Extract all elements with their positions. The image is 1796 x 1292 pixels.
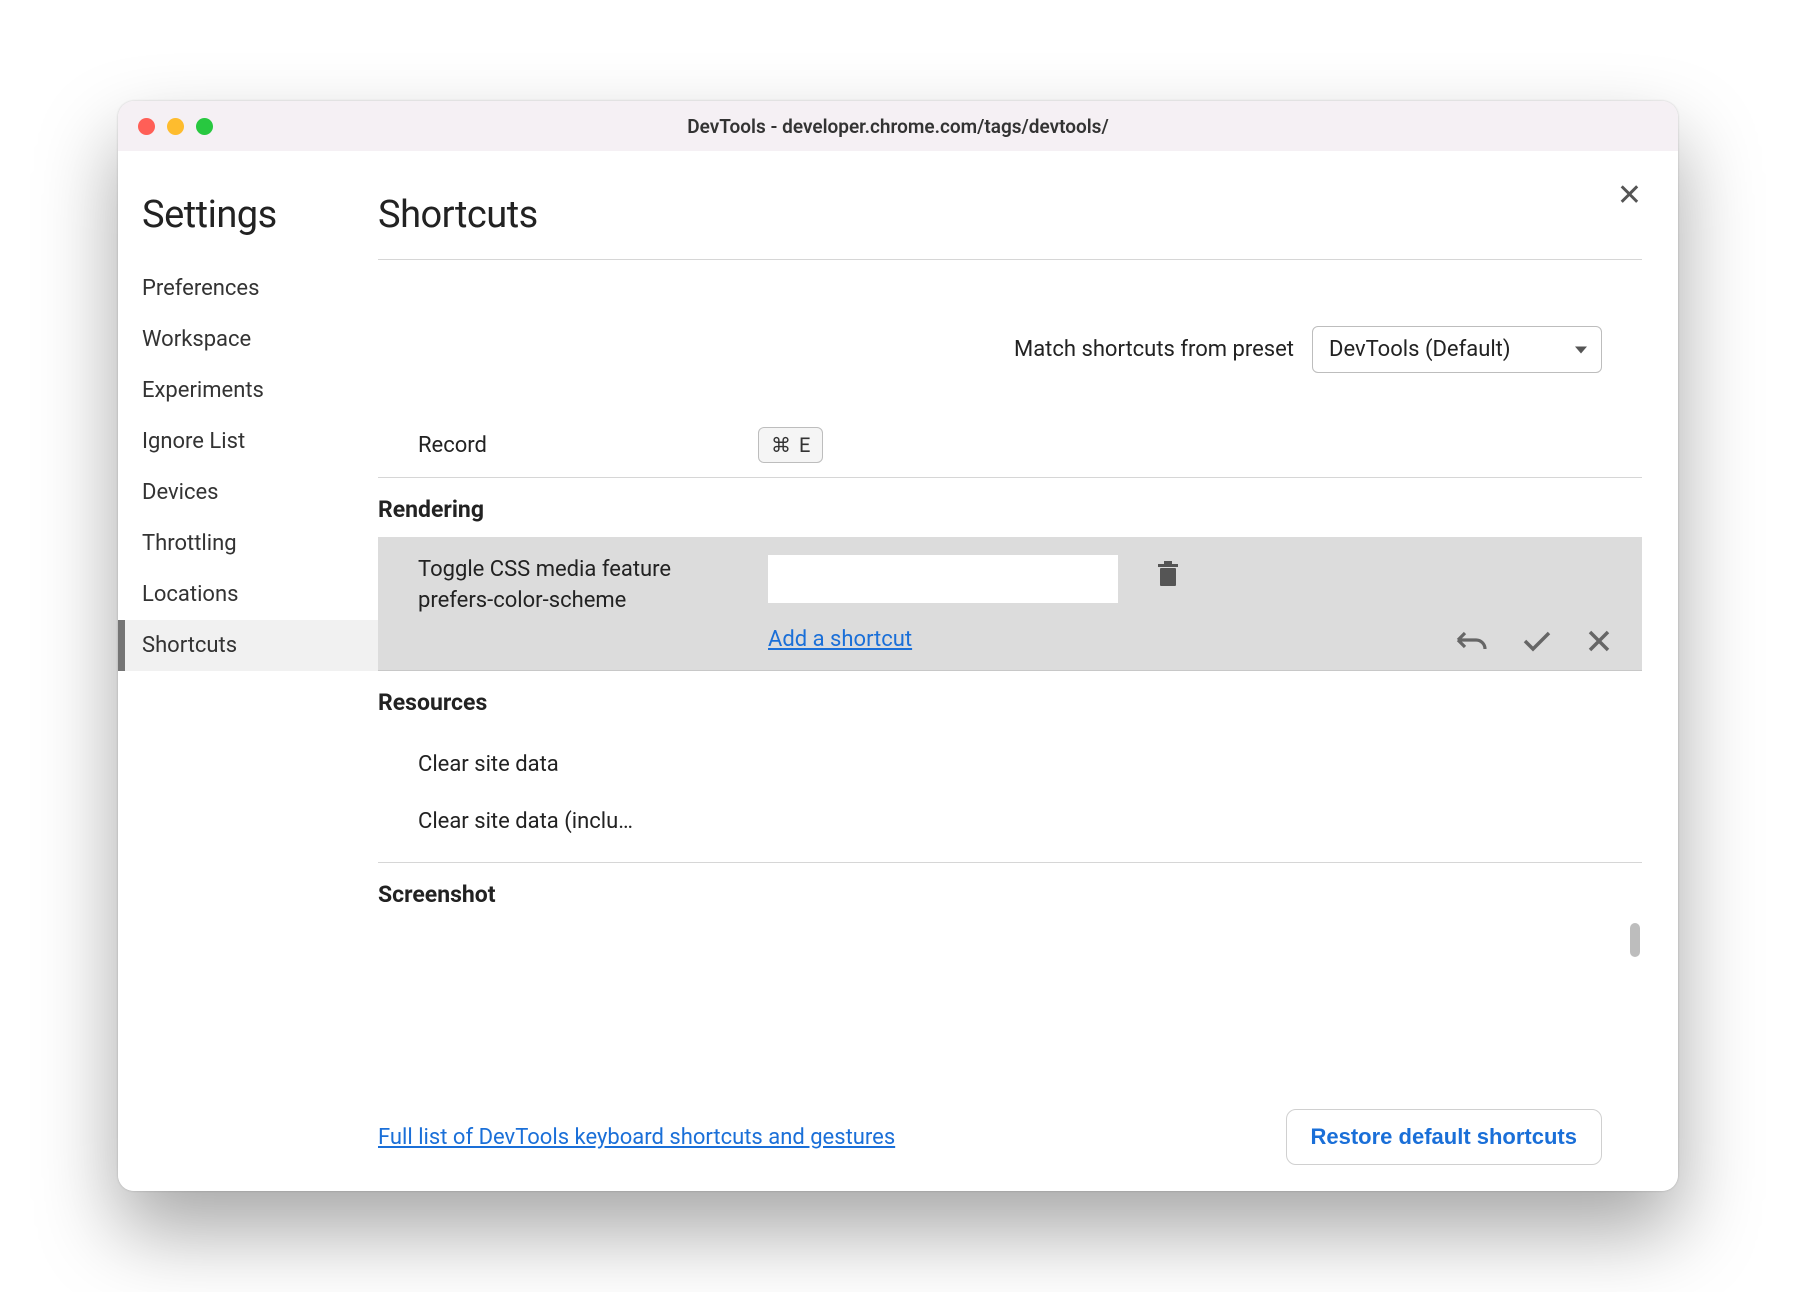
sidebar-item-label: Shortcuts: [142, 633, 237, 658]
sidebar-item-workspace[interactable]: Workspace: [118, 314, 378, 365]
footer: Full list of DevTools keyboard shortcuts…: [378, 1091, 1642, 1191]
window-close-button[interactable]: [138, 118, 155, 135]
main-panel: Shortcuts Match shortcuts from preset De…: [378, 151, 1678, 1191]
shortcut-label: Clear site data (inclu…: [418, 809, 633, 834]
traffic-lights: [138, 118, 213, 135]
sidebar-item-experiments[interactable]: Experiments: [118, 365, 378, 416]
sidebar-item-label: Locations: [142, 582, 238, 607]
sidebar-item-throttling[interactable]: Throttling: [118, 518, 378, 569]
preset-row: Match shortcuts from preset DevTools (De…: [378, 326, 1602, 373]
shortcut-label: Toggle CSS media feature prefers-color-s…: [418, 555, 748, 617]
shortcut-scroll-area: Record ⌘ E Rendering Toggle CSS media fe…: [378, 413, 1642, 1091]
sidebar-item-shortcuts[interactable]: Shortcuts: [118, 620, 378, 671]
shortcut-row-record[interactable]: Record ⌘ E: [378, 413, 1642, 478]
sidebar-item-label: Ignore List: [142, 429, 245, 454]
section-header-screenshot: Screenshot: [378, 863, 1642, 922]
sidebar-item-ignore-list[interactable]: Ignore List: [118, 416, 378, 467]
section-header-rendering: Rendering: [378, 478, 1642, 537]
key-modifier: ⌘: [771, 433, 791, 457]
key-letter: E: [799, 433, 810, 457]
sidebar-item-label: Devices: [142, 480, 219, 505]
devtools-settings-window: DevTools - developer.chrome.com/tags/dev…: [118, 101, 1678, 1191]
check-icon[interactable]: [1522, 629, 1552, 653]
full-list-link[interactable]: Full list of DevTools keyboard shortcuts…: [378, 1125, 895, 1150]
window-zoom-button[interactable]: [196, 118, 213, 135]
chevron-down-icon: [1575, 346, 1587, 353]
resources-list: Clear site data Clear site data (inclu…: [378, 730, 1642, 850]
shortcut-label: Record: [418, 433, 758, 458]
shortcut-row[interactable]: Clear site data (inclu…: [378, 793, 1642, 850]
cancel-icon[interactable]: [1586, 628, 1612, 654]
window-minimize-button[interactable]: [167, 118, 184, 135]
preset-label: Match shortcuts from preset: [1014, 337, 1294, 362]
sidebar-item-preferences[interactable]: Preferences: [118, 263, 378, 314]
heading-divider: [378, 259, 1642, 260]
undo-icon[interactable]: [1454, 629, 1488, 653]
sidebar-item-label: Workspace: [142, 327, 251, 352]
shortcut-row[interactable]: Clear site data: [378, 736, 1642, 793]
restore-defaults-button[interactable]: Restore default shortcuts: [1286, 1109, 1603, 1165]
key-chip: ⌘ E: [758, 427, 823, 463]
scrollbar-thumb[interactable]: [1630, 923, 1640, 957]
sidebar-item-label: Preferences: [142, 276, 259, 301]
sidebar-item-devices[interactable]: Devices: [118, 467, 378, 518]
settings-title: Settings: [118, 193, 378, 237]
window-title: DevTools - developer.chrome.com/tags/dev…: [118, 115, 1678, 138]
titlebar: DevTools - developer.chrome.com/tags/dev…: [118, 101, 1678, 151]
settings-sidebar: Settings Preferences Workspace Experimen…: [118, 151, 378, 1191]
sidebar-item-label: Experiments: [142, 378, 264, 403]
sidebar-item-label: Throttling: [142, 531, 237, 556]
preset-select[interactable]: DevTools (Default): [1312, 326, 1602, 373]
shortcut-input[interactable]: [768, 555, 1118, 603]
editing-actions: [1454, 628, 1612, 654]
section-header-resources: Resources: [378, 671, 1642, 730]
add-shortcut-link[interactable]: Add a shortcut: [768, 627, 912, 652]
content-area: ✕ Settings Preferences Workspace Experim…: [118, 151, 1678, 1191]
shortcut-row-editing: Toggle CSS media feature prefers-color-s…: [378, 537, 1642, 671]
shortcut-label: Clear site data: [418, 752, 559, 777]
sidebar-item-locations[interactable]: Locations: [118, 569, 378, 620]
trash-icon[interactable]: [1156, 561, 1180, 589]
preset-value: DevTools (Default): [1329, 337, 1511, 362]
page-heading: Shortcuts: [378, 193, 1642, 237]
